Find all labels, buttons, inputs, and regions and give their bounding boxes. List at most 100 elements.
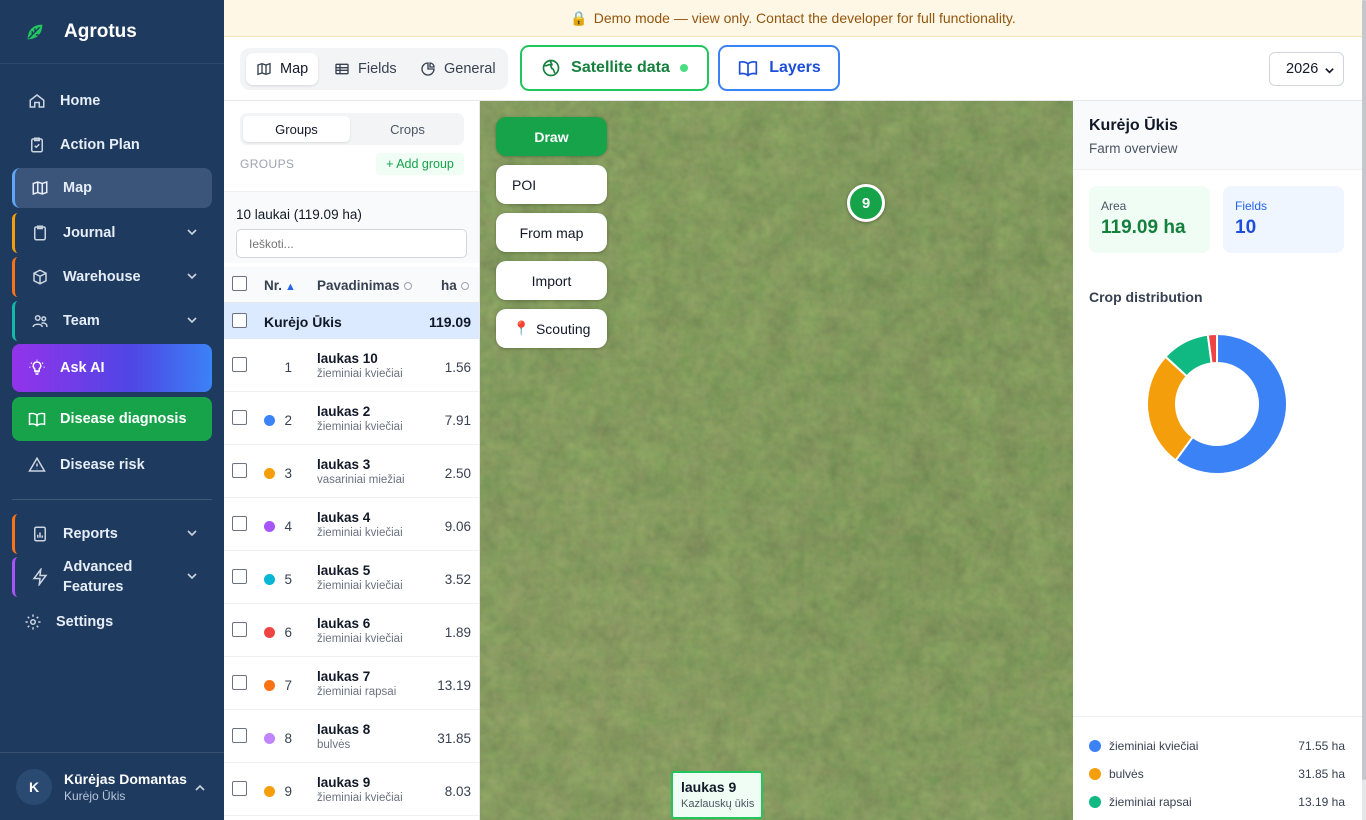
lock-icon: 🔒 [570,9,588,26]
field-crop: bulvės [317,739,351,751]
nav-label: Warehouse [63,269,141,285]
tab-general[interactable]: General [410,53,506,85]
sidebar-divider [12,499,212,500]
poi-button[interactable]: POI [496,165,607,204]
seg-groups[interactable]: Groups [243,116,350,142]
table-row[interactable]: 1 laukas 10 žieminiai kviečiai 1.56 [224,339,479,392]
year-select[interactable]: 2026 [1269,52,1344,86]
tab-label: Map [280,61,309,77]
sort-asc-icon: ▲ [285,281,296,293]
fields-panel: Groups Crops GROUPS + Add group 10 lauka… [224,101,480,820]
row-checkbox[interactable] [232,675,247,690]
row-checkbox[interactable] [232,357,247,372]
row-checkbox[interactable] [232,516,247,531]
row-checkbox[interactable] [232,410,247,425]
status-dot [679,64,688,72]
nav-reports[interactable]: Reports [12,514,212,554]
draw-button[interactable]: Draw [496,117,607,156]
year-value: 2026 [1286,61,1319,77]
legend-name: žieminiai kviečiai [1109,739,1199,753]
nav-settings[interactable]: Settings [8,602,208,642]
nav-action-plan[interactable]: Action Plan [12,125,212,165]
nav-disease-diagnosis[interactable]: Disease diagnosis [12,397,212,441]
import-button[interactable]: Import [496,261,607,300]
table-row[interactable]: 4 laukas 4 žieminiai kviečiai 9.06 [224,498,479,551]
header-nr-label: Nr. [264,278,283,293]
tab-map[interactable]: Map [246,53,319,85]
farm-name: Kurėjo Ūkis [264,314,342,330]
field-name: laukas 10 [317,351,378,366]
nav-label: Advanced Features [63,557,132,597]
from-map-button[interactable]: From map [496,213,607,252]
row-checkbox[interactable] [232,622,247,637]
tab-fields[interactable]: Fields [324,53,407,85]
legend-value: 71.55 ha [1298,739,1345,753]
nav-ask-ai[interactable]: Ask AI [12,344,212,392]
clipboard-check-icon [28,136,46,154]
row-checkbox[interactable] [232,728,247,743]
field-map-label[interactable]: laukas 9 Kazlauskų ūkis [671,771,763,819]
select-all-checkbox[interactable] [232,276,247,291]
header-ha[interactable]: ha [441,278,469,293]
sidebar: Agrotus Home Action Plan Map Journal War… [0,0,224,820]
view-tabs: Map Fields General [240,48,508,90]
farm-ha: 119.09 [428,314,471,330]
table-row[interactable]: 5 laukas 5 žieminiai kviečiai 3.52 [224,551,479,604]
row-checkbox[interactable] [232,463,247,478]
field-marker[interactable]: 9 [847,184,885,222]
table-row[interactable]: 3 laukas 3 vasariniai miežiai 2.50 [224,445,479,498]
layers-button[interactable]: Layers [718,45,840,91]
row-checkbox[interactable] [232,781,247,796]
nav-warehouse[interactable]: Warehouse [12,257,212,297]
crop-distribution-title: Crop distribution [1089,289,1203,305]
brand[interactable]: Agrotus [0,0,224,64]
add-group-button[interactable]: + Add group [376,153,464,175]
search-input[interactable] [236,229,467,258]
row-checkbox[interactable] [232,313,247,328]
legend-name: bulvės [1109,767,1144,781]
table-row[interactable]: 6 laukas 6 žieminiai kviečiai 1.89 [224,604,479,657]
nav-map[interactable]: Map [12,168,212,208]
header-name[interactable]: Pavadinimas [317,278,412,293]
layers-label: Layers [769,59,821,76]
nav-team[interactable]: Team [12,301,212,341]
gear-icon [24,613,42,631]
legend-value: 31.85 ha [1298,767,1345,781]
table-row[interactable]: 8 laukas 8 bulvės 31.85 [224,710,479,763]
farm-row[interactable]: Kurėjo Ūkis 119.09 [224,303,479,339]
row-checkbox[interactable] [232,569,247,584]
bolt-icon [31,568,49,586]
field-name: laukas 9 [317,775,371,790]
page-scrollbar[interactable] [1362,0,1366,820]
nav-disease-risk[interactable]: Disease risk [12,445,212,485]
seg-crops[interactable]: Crops [354,116,461,142]
scouting-label: Scouting [535,320,591,337]
nav-label: Home [60,93,101,109]
chevron-down-icon [187,317,197,324]
nav-journal[interactable]: Journal [12,213,212,253]
nav-advanced-features[interactable]: Advanced Features [12,557,212,597]
globe-icon [542,59,560,77]
header-nr[interactable]: Nr. ▲ [264,278,296,293]
satellite-map[interactable]: Draw POI From map Import 📍 Scouting 9 la… [480,101,1073,820]
crop-donut-chart[interactable] [1147,334,1287,474]
satellite-data-button[interactable]: Satellite data [520,45,709,91]
area-value: 119.09 ha [1101,217,1186,238]
scouting-button[interactable]: 📍 Scouting [496,309,607,348]
lightbulb-icon [28,359,46,377]
user-profile[interactable]: K Kūrėjas Domantas Kurėjo Ūkis [0,752,224,820]
demo-banner: 🔒 Demo mode — view only. Contact the dev… [224,0,1362,37]
crop-legend: žieminiai kviečiai 71.55 ha bulvės 31.85… [1073,716,1362,820]
overview-title: Kurėjo Ūkis [1089,117,1178,134]
table-row[interactable]: 7 laukas 7 žieminiai rapsai 13.19 [224,657,479,710]
user-name: Kūrėjas Domantas [64,770,187,787]
area-label: Area [1101,199,1127,213]
scroll-thumb[interactable] [1362,0,1366,780]
avatar: K [16,768,52,805]
nav-home[interactable]: Home [12,81,212,121]
map-label-title: laukas 9 [681,779,737,795]
table-row[interactable]: 2 laukas 2 žieminiai kviečiai 7.91 [224,392,479,445]
table-row[interactable]: 9 laukas 9 žieminiai kviečiai 8.03 [224,763,479,816]
warning-icon [28,456,46,474]
field-name: laukas 2 [317,404,371,419]
